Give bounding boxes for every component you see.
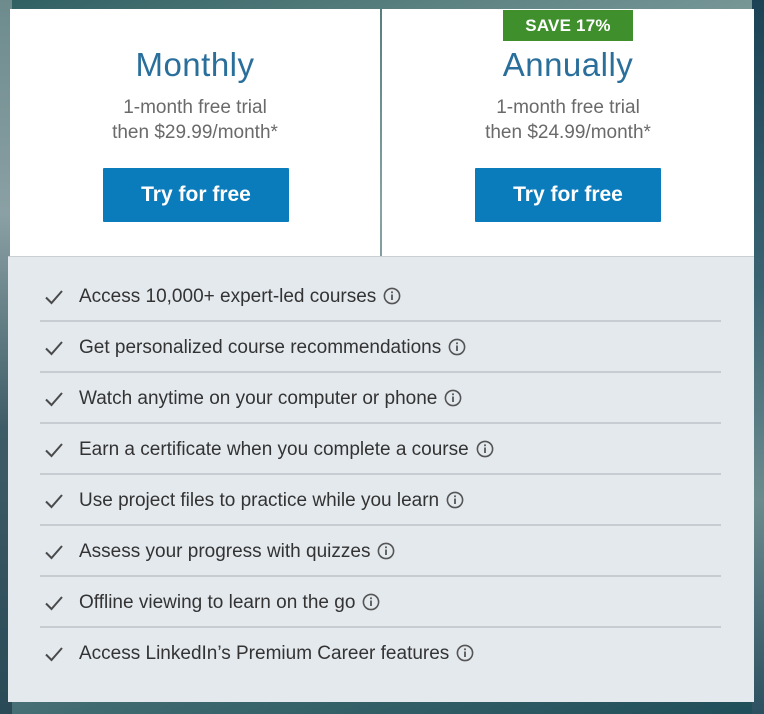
feature-item: Earn a certificate when you complete a c… (40, 425, 721, 475)
plan-title-annual: Annually (502, 46, 634, 83)
feature-item: Access LinkedIn’s Premium Career feature… (40, 629, 721, 679)
plan-trial-text-monthly: 1-month free trial (123, 97, 267, 118)
feature-label-wrap: Access LinkedIn’s Premium Career feature… (79, 643, 474, 665)
feature-label-wrap: Get personalized course recommendations (79, 337, 466, 359)
feature-divider (40, 371, 721, 373)
info-icon[interactable] (377, 542, 395, 560)
feature-label: Offline viewing to learn on the go (79, 592, 356, 613)
check-icon (45, 392, 63, 407)
feature-label: Use project files to practice while you … (79, 490, 440, 511)
feature-label-wrap: Access 10,000+ expert-led courses (79, 286, 401, 308)
feature-divider (40, 575, 721, 577)
feature-list: Access 10,000+ expert-led courses Get pe… (8, 256, 754, 702)
plan-card-monthly: Monthly 1-month free trial then $29.99/m… (10, 9, 380, 256)
feature-item: Offline viewing to learn on the go (40, 578, 721, 628)
plan-cards: Monthly 1-month free trial then $29.99/m… (8, 9, 754, 256)
feature-divider (40, 626, 721, 628)
feature-divider (40, 524, 721, 526)
feature-item: Get personalized course recommendations (40, 323, 721, 373)
plan-trial-text-annual: 1-month free trial (496, 97, 640, 118)
feature-label: Assess your progress with quizzes (79, 541, 371, 562)
plan-price-text-monthly: then $29.99/month* (112, 122, 278, 143)
feature-label-wrap: Earn a certificate when you complete a c… (79, 439, 494, 461)
check-icon (45, 545, 63, 560)
plan-card-annual: SAVE 17% Annually 1-month free trial the… (382, 9, 754, 256)
feature-label: Get personalized course recommendations (79, 337, 442, 358)
feature-item: Use project files to practice while you … (40, 476, 721, 526)
info-icon[interactable] (446, 491, 464, 509)
feature-label-wrap: Use project files to practice while you … (79, 490, 464, 512)
info-icon[interactable] (448, 338, 466, 356)
info-icon[interactable] (456, 644, 474, 662)
feature-item: Watch anytime on your computer or phone (40, 374, 721, 424)
feature-label-wrap: Assess your progress with quizzes (79, 541, 395, 563)
check-icon (45, 290, 63, 305)
pricing-panel: Monthly 1-month free trial then $29.99/m… (8, 9, 754, 702)
feature-divider (40, 320, 721, 322)
feature-divider (40, 473, 721, 475)
check-icon (45, 596, 63, 611)
info-icon[interactable] (362, 593, 380, 611)
feature-label: Access 10,000+ expert-led courses (79, 286, 377, 307)
feature-item: Access 10,000+ expert-led courses (40, 272, 721, 322)
check-icon (45, 647, 63, 662)
plan-price-text-annual: then $24.99/month* (485, 122, 651, 143)
feature-label: Earn a certificate when you complete a c… (79, 439, 469, 460)
info-icon[interactable] (383, 287, 401, 305)
info-icon[interactable] (444, 389, 462, 407)
feature-label-wrap: Offline viewing to learn on the go (79, 592, 380, 614)
feature-label: Watch anytime on your computer or phone (79, 388, 438, 409)
save-badge: SAVE 17% (503, 10, 633, 41)
plan-title-monthly: Monthly (135, 46, 255, 83)
try-for-free-button-monthly[interactable]: Try for free (103, 168, 289, 222)
check-icon (45, 341, 63, 356)
check-icon (45, 443, 63, 458)
feature-item: Assess your progress with quizzes (40, 527, 721, 577)
check-icon (45, 494, 63, 509)
feature-label-wrap: Watch anytime on your computer or phone (79, 388, 462, 410)
feature-divider (40, 422, 721, 424)
info-icon[interactable] (476, 440, 494, 458)
try-for-free-button-annual[interactable]: Try for free (475, 168, 661, 222)
feature-label: Access LinkedIn’s Premium Career feature… (79, 643, 450, 664)
